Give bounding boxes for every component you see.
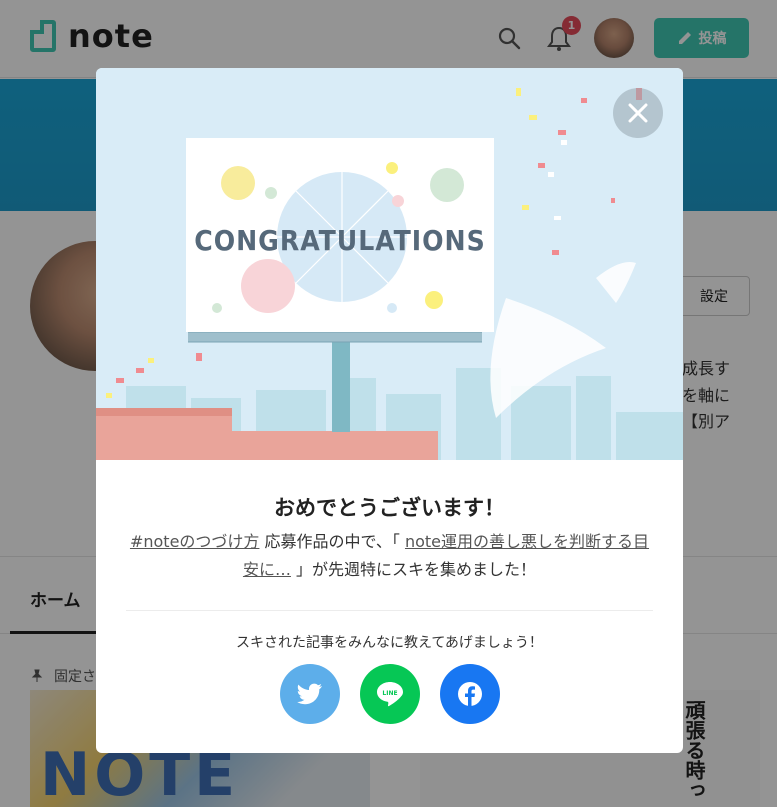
share-prompt: スキされた記事をみんなに教えてあげましょう！ <box>236 635 543 651</box>
line-icon: LINE <box>377 682 403 707</box>
message-text-1: 応募作品の中で、「 <box>259 532 405 551</box>
share-facebook-button[interactable] <box>440 664 500 724</box>
share-twitter-button[interactable] <box>280 664 340 724</box>
line-icon-text: LINE <box>382 690 397 697</box>
twitter-icon <box>297 683 322 705</box>
congratulations-illustration: CONGRATULATIONS <box>96 68 683 460</box>
modal-message: #noteのつづけ方 応募作品の中で、「 note運用の善し悪しを判断する目安に… <box>126 528 653 584</box>
message-text-2: 」が先週特にスキを集めました！ <box>290 560 537 579</box>
hashtag-link[interactable]: #noteのつづけ方 <box>130 532 259 551</box>
modal-title: おめでとうございます！ <box>274 496 505 520</box>
divider <box>126 610 653 611</box>
share-line-button[interactable]: LINE <box>360 664 420 724</box>
facebook-icon <box>458 682 482 706</box>
close-button[interactable] <box>613 88 663 138</box>
banner-text: CONGRATULATIONS <box>194 224 486 257</box>
congratulations-modal: CONGRATULATIONS おめでとうございます！ #noteのつづけ方 応… <box>96 68 683 753</box>
close-icon <box>628 103 648 123</box>
